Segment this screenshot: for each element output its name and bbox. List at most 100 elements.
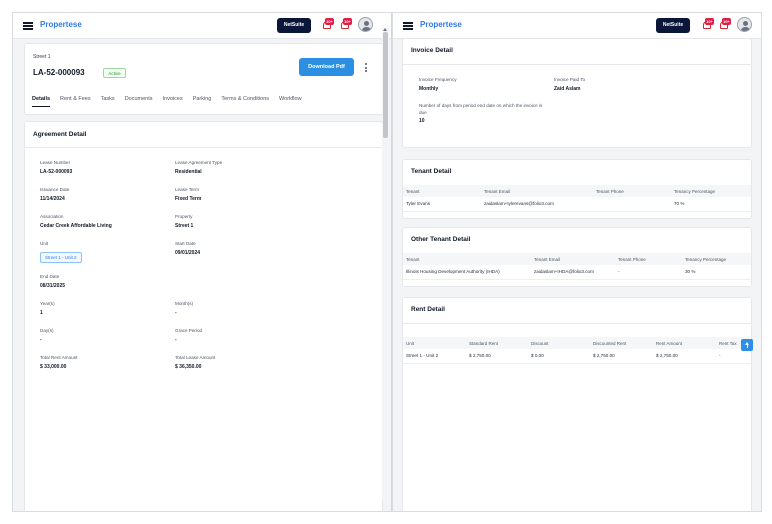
table-header: Unit: [403, 337, 466, 349]
field-invoice-frequency: Invoice Frequency Monthly: [419, 77, 539, 92]
left-pane-scrollbar[interactable]: [382, 28, 389, 500]
unit-chip[interactable]: Street 1 - Unit 2: [40, 252, 82, 263]
field-issuance-date: Issuance Date 11/14/2024: [40, 187, 160, 202]
left-brand-logo[interactable]: Propertese: [40, 20, 82, 29]
scrollbar-thumb[interactable]: [383, 32, 388, 138]
field-label: Month(s): [175, 301, 194, 306]
field-label: Association: [40, 214, 64, 219]
field-label: Unit: [40, 241, 49, 246]
table-header: Standard Rent: [466, 337, 528, 349]
tab-details[interactable]: Details: [32, 96, 51, 107]
field-total-lease-amount: Total Lease Amount $ 36,350.00: [175, 355, 295, 370]
table-header: Tenant: [403, 185, 481, 197]
table-header: Tenant Email: [481, 185, 593, 197]
left-alert-badge: 10+: [343, 18, 352, 25]
field-property: Property Street 1: [175, 214, 295, 229]
table-cell: -: [615, 265, 682, 280]
field-label: Number of days from period end date on w…: [419, 103, 543, 115]
field-value: -: [40, 337, 42, 343]
field-label: Start Date: [175, 241, 196, 246]
right-notification-bell-icon[interactable]: 10+: [701, 18, 714, 32]
field-years: Year(s) 1: [40, 301, 160, 316]
property-name: Street 1: [33, 54, 51, 60]
scroll-up-arrow-icon[interactable]: [383, 28, 387, 31]
field-end-date: End Date 08/31/2025: [40, 274, 160, 289]
left-notification-badge: 10+: [325, 18, 334, 25]
field-label: Invoice Frequency: [419, 77, 457, 82]
field-value: LA-52-000093: [40, 169, 73, 175]
table-cell: -: [716, 349, 751, 364]
rent-detail-card: Rent Detail Unit Standard Rent Discount Dis…: [402, 297, 752, 511]
right-top-navigation: Propertese NetSuite 10+ 10+: [393, 13, 761, 39]
more-options-icon[interactable]: [365, 63, 368, 74]
field-lease-term: Lease Term Fixed Term: [175, 187, 295, 202]
right-netsuite-button[interactable]: NetSuite: [656, 18, 690, 33]
field-lease-number: Lease Number LA-52-000093: [40, 160, 160, 175]
tab-tasks[interactable]: Tasks: [101, 96, 115, 107]
table-cell: Street 1 - Unit 2: [403, 349, 466, 364]
field-label: Lease Number: [40, 160, 71, 165]
field-value: Street 1: [175, 223, 194, 229]
field-label: End Date: [40, 274, 60, 279]
field-label: Grace Period: [175, 328, 203, 333]
field-value: Cedar Creek Affordable Living: [40, 223, 112, 229]
tenant-detail-card: Tenant Detail Tenant Tenant Email Tenant P…: [402, 159, 752, 219]
download-pdf-button[interactable]: Download Pdf: [299, 58, 354, 76]
table-cell: [593, 197, 671, 212]
field-start-date: Start Date 09/01/2024: [175, 241, 295, 256]
field-label: Invoice Paid To: [554, 77, 586, 82]
table-header: Tenant: [403, 253, 531, 265]
field-label: Lease Term: [175, 187, 199, 192]
tenant-detail-title: Tenant Detail: [411, 168, 452, 175]
field-value: 09/01/2024: [175, 250, 201, 256]
left-alert-icon[interactable]: 10+: [339, 18, 352, 32]
tab-documents[interactable]: Documents: [125, 96, 153, 107]
field-agreement-type: Lease Agreement Type Residential: [175, 160, 295, 175]
invoice-detail-title: Invoice Detail: [411, 47, 453, 54]
field-unit: Unit Street 1 - Unit 2: [40, 241, 160, 264]
section-divider: [403, 323, 751, 324]
tab-workflow[interactable]: Workflow: [279, 96, 302, 107]
field-association: Association Cedar Creek Affordable Living: [40, 214, 160, 229]
field-value: Zaid Aslam: [554, 86, 581, 92]
left-user-avatar[interactable]: [358, 17, 373, 32]
left-notification-bell-icon[interactable]: 10+: [321, 18, 334, 32]
tab-invoices[interactable]: Invoices: [163, 96, 183, 107]
lease-header-card: Street 1 LA-52-000093 Active Download Pd…: [24, 43, 383, 115]
field-value: Fixed Term: [175, 196, 202, 202]
left-netsuite-button[interactable]: NetSuite: [277, 18, 311, 33]
left-hamburger-menu-icon[interactable]: [23, 22, 33, 30]
field-label: Lease Agreement Type: [175, 160, 223, 165]
field-grace-period: Grace Period -: [175, 328, 295, 343]
table-header: Discount: [528, 337, 590, 349]
table-row: Illinois Housing Development Authority (…: [403, 265, 751, 280]
table-cell: 70 %: [671, 197, 751, 212]
table-cell: $ 2,750.00: [653, 349, 716, 364]
right-alert-badge: 10+: [722, 18, 731, 25]
right-alert-icon[interactable]: 10+: [718, 18, 731, 32]
left-browser-pane: Propertese NetSuite 10+ 10+ Street 1 LA-…: [12, 12, 392, 512]
right-browser-pane: Propertese NetSuite 10+ 10+ Invoice Deta…: [392, 12, 762, 512]
table-header: Discounted Rent: [590, 337, 653, 349]
table-cell: 30 %: [682, 265, 751, 280]
field-value: Residential: [175, 169, 202, 175]
right-user-avatar[interactable]: [737, 17, 752, 32]
table-row: Tyler Evans zaidaslam+tylerevans@folio3.c…: [403, 197, 751, 212]
tab-terms-conditions[interactable]: Terms & Conditions: [221, 96, 269, 107]
table-row: Street 1 - Unit 2 $ 2,750.00 $ 0.00 $ 2,750…: [403, 349, 751, 364]
field-invoice-paid-to: Invoice Paid To Zaid Aslam: [554, 77, 674, 92]
right-hamburger-menu-icon[interactable]: [403, 22, 413, 30]
right-brand-logo[interactable]: Propertese: [420, 20, 462, 29]
field-value: -: [175, 337, 177, 343]
lease-number: LA-52-000093: [33, 68, 85, 77]
field-value: -: [175, 310, 177, 316]
field-value: 11/14/2024: [40, 196, 65, 202]
field-label: Year(s): [40, 301, 55, 306]
right-notification-badge: 10+: [705, 18, 714, 25]
scroll-to-top-button[interactable]: [741, 339, 753, 351]
invoice-detail-card: Invoice Detail Invoice Frequency Monthly …: [402, 38, 752, 148]
tab-rent-fees[interactable]: Rent & Fees: [60, 96, 91, 107]
tab-parking[interactable]: Parking: [193, 96, 212, 107]
agreement-detail-title: Agreement Detail: [33, 131, 87, 138]
rent-table: Unit Standard Rent Discount Discounted Rent…: [403, 337, 751, 364]
